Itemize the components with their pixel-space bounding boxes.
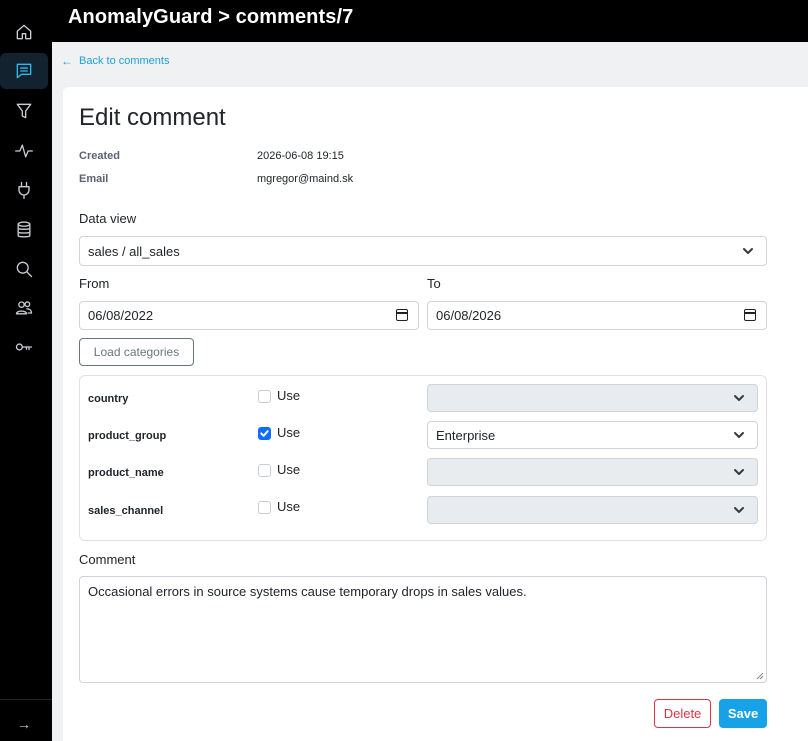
created-label: Created	[79, 150, 120, 162]
chevron-down-icon	[742, 245, 754, 257]
nav-data[interactable]	[0, 212, 48, 248]
chevron-down-icon	[733, 466, 745, 478]
key-icon	[15, 343, 33, 351]
arrow-right-icon: →	[17, 716, 31, 732]
comment-label: Comment	[79, 552, 136, 567]
to-date-input[interactable]: 06/08/2026	[427, 301, 767, 330]
category-use-label: Use	[277, 499, 301, 514]
plug-icon	[18, 181, 30, 199]
from-label: From	[79, 276, 110, 291]
delete-button[interactable]: Delete	[654, 699, 711, 728]
sidebar-expand-button[interactable]: →	[0, 710, 48, 738]
data-view-label: Data view	[79, 211, 137, 226]
category-value-select[interactable]: Enterprise	[427, 421, 758, 449]
chevron-down-icon	[733, 504, 745, 516]
nav-users[interactable]	[0, 290, 48, 326]
calendar-icon[interactable]	[744, 309, 756, 321]
comment-text: Occasional errors in source systems caus…	[88, 584, 527, 599]
created-value: 2026-06-08 19:15	[257, 150, 344, 162]
data-view-value: sales / all_sales	[88, 243, 180, 259]
back-link-label: Back to comments	[79, 55, 170, 67]
nav-keys[interactable]	[0, 329, 48, 365]
activity-icon	[15, 144, 33, 158]
database-icon	[17, 221, 31, 238]
categories-panel: country Use product_group Use Enterprise…	[79, 375, 767, 541]
filter-icon	[16, 103, 32, 119]
email-value: mgregor@maind.sk	[257, 173, 354, 185]
from-date-input[interactable]: 06/08/2022	[79, 301, 419, 330]
resize-grip-icon[interactable]	[756, 672, 764, 680]
category-use-checkbox[interactable]	[258, 464, 271, 477]
sidebar-divider	[0, 699, 52, 700]
category-use-checkbox[interactable]	[258, 390, 271, 403]
nav-home[interactable]	[0, 14, 48, 50]
category-name: product_group	[88, 430, 167, 442]
from-date-value: 06/08/2022	[88, 308, 154, 323]
category-value-select[interactable]	[427, 496, 758, 524]
save-button[interactable]: Save	[719, 699, 767, 728]
back-to-comments-link[interactable]: ← Back to comments	[61, 54, 169, 68]
search-icon	[16, 261, 33, 278]
category-use-label: Use	[277, 388, 301, 403]
to-label: To	[427, 276, 441, 291]
category-name: sales_channel	[88, 505, 164, 517]
nav-connections[interactable]	[0, 172, 48, 208]
category-use-label: Use	[277, 425, 301, 440]
category-name: country	[88, 393, 129, 405]
sidebar: →	[0, 0, 52, 741]
users-icon	[15, 301, 33, 315]
nav-search[interactable]	[0, 251, 48, 287]
nav-activity[interactable]	[0, 133, 48, 169]
category-value-select[interactable]	[427, 384, 758, 412]
top-bar: AnomalyGuard > comments/7	[52, 0, 808, 42]
category-use-label: Use	[277, 462, 301, 477]
page-header-title: AnomalyGuard > comments/7	[68, 6, 354, 28]
category-use-checkbox[interactable]	[258, 501, 271, 514]
checkmark-icon	[260, 430, 269, 437]
arrow-left-icon: ←	[61, 54, 73, 68]
category-name: product_name	[88, 467, 164, 479]
calendar-icon[interactable]	[396, 309, 408, 321]
page-title: Edit comment	[79, 104, 226, 131]
nav-comments[interactable]	[0, 53, 48, 89]
load-categories-button[interactable]: Load categories	[79, 338, 194, 366]
data-view-select[interactable]: sales / all_sales	[79, 236, 767, 266]
to-date-value: 06/08/2026	[436, 308, 502, 323]
category-value-select[interactable]	[427, 458, 758, 486]
chevron-down-icon	[733, 429, 745, 441]
comments-icon	[16, 63, 32, 79]
email-label: Email	[79, 173, 109, 185]
chevron-down-icon	[733, 392, 745, 404]
category-use-checkbox[interactable]	[258, 427, 271, 440]
edit-comment-card: Edit comment Created 2026-06-08 19:15 Em…	[63, 87, 808, 741]
home-icon	[16, 24, 32, 40]
comment-textarea[interactable]: Occasional errors in source systems caus…	[79, 576, 767, 683]
category-selected-value: Enterprise	[436, 427, 496, 443]
nav-filters[interactable]	[0, 93, 48, 129]
